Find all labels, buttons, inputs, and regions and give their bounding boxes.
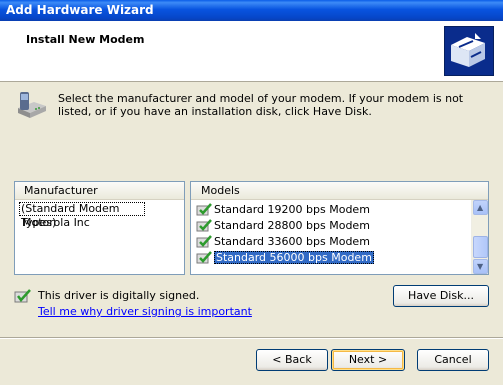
cancel-button[interactable]: Cancel xyxy=(417,349,489,371)
instruction-text: Select the manufacturer and model of you… xyxy=(58,92,464,118)
footer-separator xyxy=(0,337,503,339)
driver-signed-text: This driver is digitally signed. xyxy=(38,289,200,302)
signed-driver-icon xyxy=(196,235,212,248)
model-item[interactable]: Standard 33600 bps Modem xyxy=(191,234,471,250)
manufacturer-item[interactable]: (Standard Modem Types) xyxy=(19,202,145,229)
title-bar[interactable]: Add Hardware Wizard xyxy=(0,0,503,21)
model-label: Standard 33600 bps Modem xyxy=(214,235,370,248)
manufacturer-item[interactable]: Motorola Inc xyxy=(15,216,184,230)
manufacturer-listbox[interactable]: Manufacturer (Standard Modem Types) Moto… xyxy=(14,181,185,275)
scroll-up-button[interactable]: ▲ xyxy=(473,200,488,215)
scrollbar-thumb[interactable] xyxy=(473,236,488,258)
driver-signing-link[interactable]: Tell me why driver signing is important xyxy=(38,305,252,318)
model-label: Standard 56000 bps Modem xyxy=(214,251,374,264)
signed-driver-icon xyxy=(196,203,212,216)
page-title: Install New Modem xyxy=(26,33,145,46)
model-label: Standard 19200 bps Modem xyxy=(214,203,370,216)
modem-phone-icon xyxy=(14,88,48,124)
model-item[interactable]: Standard 28800 bps Modem xyxy=(191,218,471,234)
model-item[interactable]: Standard 19200 bps Modem xyxy=(191,202,471,218)
have-disk-button[interactable]: Have Disk... xyxy=(393,285,489,307)
wizard-header: Install New Modem xyxy=(0,21,503,82)
signed-driver-icon xyxy=(14,288,32,304)
cancel-label: Cancel xyxy=(434,353,472,366)
chevron-up-icon: ▲ xyxy=(477,203,484,212)
modem-wizard-icon xyxy=(444,26,494,76)
signed-driver-icon xyxy=(196,219,212,232)
have-disk-label: Have Disk... xyxy=(408,289,474,302)
window-title: Add Hardware Wizard xyxy=(6,3,154,17)
model-item-selected[interactable]: Standard 56000 bps Modem xyxy=(191,250,471,266)
manufacturer-column-header[interactable]: Manufacturer xyxy=(15,182,184,200)
back-label: < Back xyxy=(272,353,312,366)
models-scrollbar[interactable]: ▲ ▼ xyxy=(471,200,488,274)
models-column-header[interactable]: Models xyxy=(191,182,488,200)
back-button[interactable]: < Back xyxy=(256,349,328,371)
next-label: Next > xyxy=(348,353,388,366)
models-listbox[interactable]: Models Standard 19200 bps Modem Standard… xyxy=(190,181,489,275)
next-button[interactable]: Next > xyxy=(331,349,405,371)
model-label: Standard 28800 bps Modem xyxy=(214,219,370,232)
signed-driver-icon xyxy=(196,251,212,264)
scroll-down-button[interactable]: ▼ xyxy=(473,259,488,274)
chevron-down-icon: ▼ xyxy=(477,262,484,271)
